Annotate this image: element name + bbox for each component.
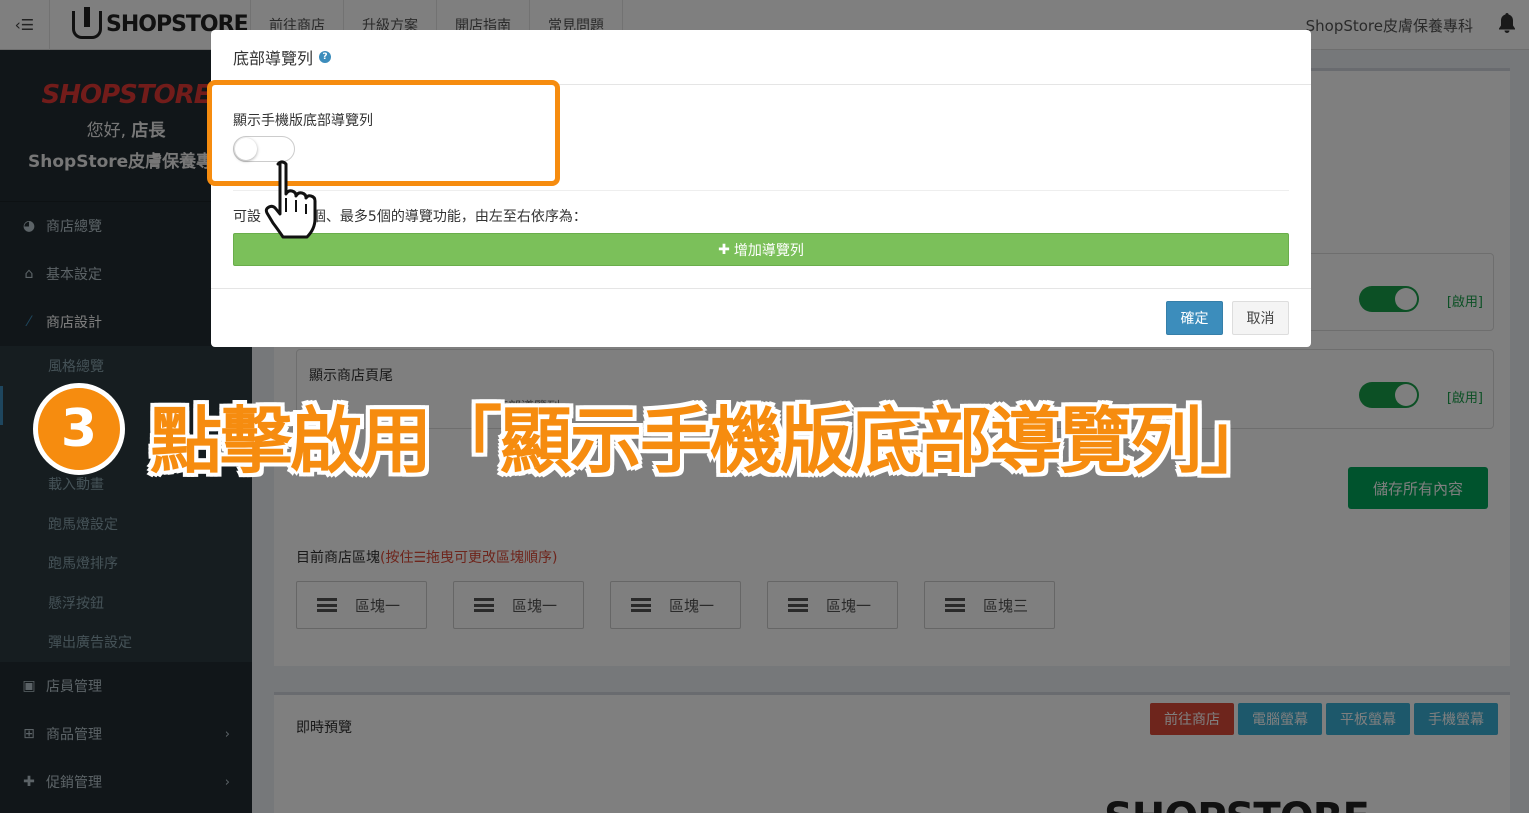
highlight-box xyxy=(207,80,560,186)
confirm-button[interactable]: 確定 xyxy=(1166,301,1223,335)
modal-footer: 確定 取消 xyxy=(211,288,1311,347)
modal-divider xyxy=(233,190,1289,191)
add-nav-button[interactable]: ✚ 增加導覽列 xyxy=(233,233,1289,266)
plus-icon: ✚ xyxy=(718,241,730,258)
cancel-button[interactable]: 取消 xyxy=(1232,301,1289,335)
modal-title: 底部導覽列 xyxy=(233,49,314,68)
bottom-nav-modal: 底部導覽列 ? 顯示手機版底部導覽列 可設 1個、最多5個的導覽功能，由左至右依… xyxy=(211,30,1311,347)
modal-header: 底部導覽列 ? xyxy=(211,30,1311,85)
step-instruction: 點擊啟用「顯示手機版底部導覽列」 xyxy=(150,399,1272,483)
step-number-badge: 3 xyxy=(33,383,125,475)
hand-pointer-icon xyxy=(264,160,317,239)
help-icon[interactable]: ? xyxy=(319,51,332,63)
